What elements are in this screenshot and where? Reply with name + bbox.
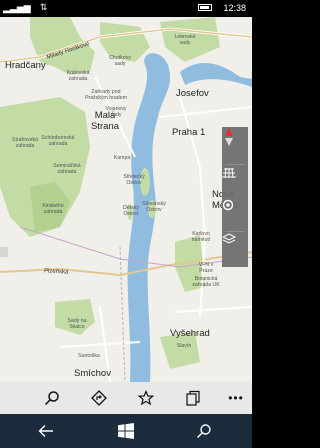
more-button[interactable]: ••• [221,382,251,414]
map-label-vfn: VFN v Praze [198,262,214,274]
map-label-smichov: Smíchov [74,368,111,379]
battery-icon [198,4,212,11]
more-icon: ••• [228,391,244,405]
back-button[interactable] [26,414,66,448]
map-label-sady-na-skalce: Sady na Skalce [67,318,87,330]
map-label-zahrady-pod-hradem: Zahrady pod Pražským hradem [85,89,127,101]
collections-button[interactable] [178,382,208,414]
search-icon [44,391,59,406]
navigation-bar [0,414,252,448]
status-bar: ▂▃▅▆ ◔ ⇅ 12:38 [0,0,252,17]
map-label-slavin: Slavín [176,343,192,349]
controls-divider [225,231,245,232]
back-icon [38,425,53,437]
collections-icon [186,390,200,406]
grid-icon [222,167,236,179]
grid-button[interactable] [222,167,248,201]
start-button[interactable] [106,414,146,448]
map-label-kralovska-zahrada: Královská zahrada [66,70,90,82]
map-view[interactable]: Hradčany Malá Strana Josefov Praha 1 Nov… [0,17,252,382]
location-button[interactable] [222,199,248,233]
map-label-kinskeho-zahrada: Kinského zahrada [42,203,64,215]
compass-button[interactable] [222,127,248,163]
map-label-josefov: Josefov [176,88,209,99]
map-label-vojanovy-sady: Vojanovy sady [105,106,127,118]
location-icon [222,199,234,211]
app-bar: ••• [0,382,252,414]
map-label-seminarska-zahrada: Seminářská zahrada [53,163,81,175]
map-label-chotkovy-sady: Chotkovy sady [109,55,131,67]
favorites-icon [138,390,154,406]
map-label-letenske-sady: Letenské sady [174,34,196,46]
map-label-strahovska-zahrada: Strahovská zahrada [12,137,38,149]
map-label-santoska: Santoška [78,353,100,359]
layers-button[interactable] [222,233,248,267]
layers-icon [222,233,236,244]
compass-icon [225,128,233,146]
map-label-karlovo-namesti: Karlovo náměstí [191,231,211,243]
map-label-schonbornska-zahrada: Schönbornská zahrada [41,135,75,147]
nav-search-button[interactable] [184,414,224,448]
map-label-botanicka-zahrada: Botanická zahrada UK [192,276,220,288]
map-label-slovansky-ostrov: Slovanský Ostrov [142,201,166,213]
map-label-detsky-ostrov: Dětský Ostrov [123,205,139,217]
map-label-hradcany: Hradčany [5,60,46,71]
map-label-praha-1: Praha 1 [172,127,206,138]
windows-icon [118,423,134,439]
map-controls [222,127,248,267]
map-label-vysehrad: Vyšehrad [170,328,210,339]
controls-divider [225,164,245,165]
road-label-plzenska: Plzeňská [43,268,69,276]
directions-button[interactable] [84,382,114,414]
status-icons: ◔ ⇅ [26,2,51,12]
clock: 12:38 [223,3,246,13]
map-label-strelecky-ostrov: Střelecký Ostrov [123,174,145,186]
favorites-button[interactable] [131,382,161,414]
map-label-kampa: Kampa [113,155,131,161]
directions-icon [91,390,107,406]
search-button[interactable] [37,382,67,414]
search-icon [197,424,211,438]
